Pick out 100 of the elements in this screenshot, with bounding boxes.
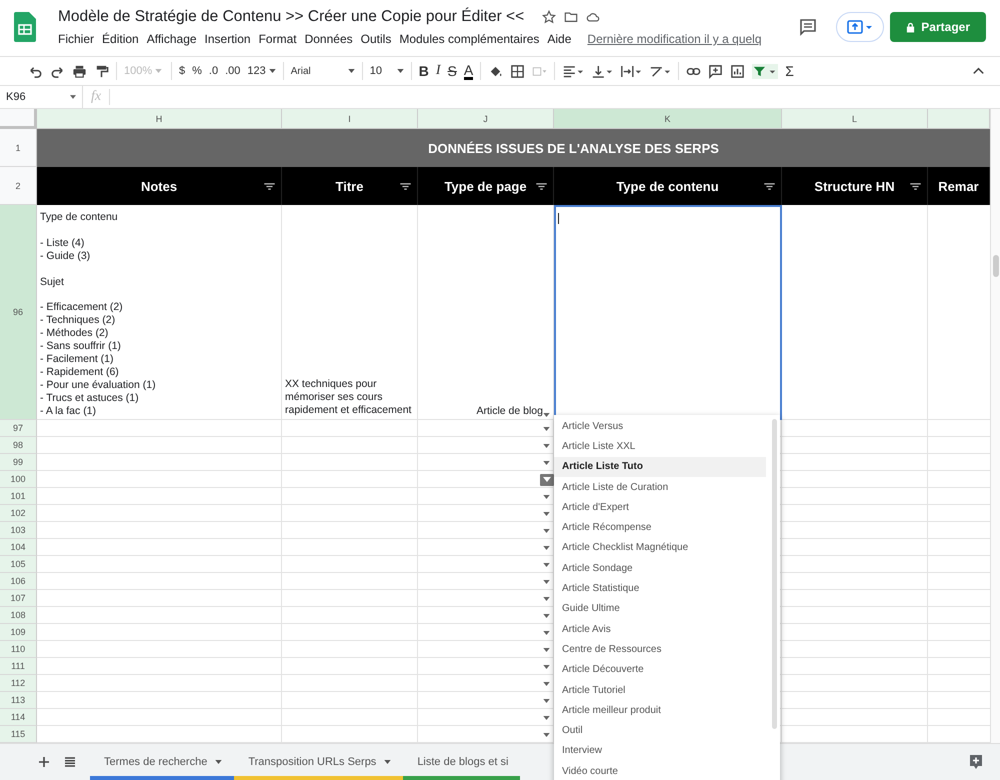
share-button[interactable]: Partager	[890, 12, 986, 42]
filter-icon[interactable]	[536, 183, 547, 190]
document-title[interactable]: Modèle de Stratégie de Contenu >> Créer une Copie pour Éditer <<	[58, 8, 524, 26]
row-number[interactable]: 108	[0, 607, 37, 624]
sheet-tab[interactable]: Transposition URLs Serps	[234, 744, 404, 780]
column-header[interactable]: H	[37, 109, 282, 129]
dropdown-option[interactable]: Article Liste Tuto	[554, 456, 766, 477]
dropdown-arrow-icon[interactable]	[543, 716, 550, 720]
dropdown-arrow-icon[interactable]	[543, 512, 550, 516]
increase-decimals-button[interactable]: .00	[225, 65, 240, 77]
cloud-icon[interactable]	[586, 10, 600, 24]
add-sheet-icon[interactable]	[38, 756, 50, 768]
dropdown-option[interactable]: Article Statistique	[554, 578, 766, 599]
filter-icon[interactable]	[264, 183, 275, 190]
row-number[interactable]: 107	[0, 590, 37, 607]
column-header[interactable]: J	[418, 109, 554, 129]
menu-item[interactable]: Données	[304, 32, 353, 46]
dropdown-option[interactable]: Interview	[554, 740, 766, 762]
borders-icon[interactable]	[510, 64, 526, 78]
row-number[interactable]: 110	[0, 641, 37, 658]
number-format-select[interactable]: 123	[247, 65, 276, 77]
column-header[interactable]: L	[782, 109, 928, 129]
dropdown-arrow-icon[interactable]	[543, 580, 550, 584]
column-header[interactable]: K	[554, 109, 782, 129]
dropdown-option[interactable]: Centre de Ressources	[554, 639, 766, 660]
dropdown-option[interactable]: Article Découverte	[554, 660, 766, 680]
row-number[interactable]: 112	[0, 675, 37, 692]
filter-icon[interactable]	[752, 64, 778, 78]
row-number[interactable]: 103	[0, 522, 37, 539]
dropdown-arrow-icon[interactable]	[543, 444, 550, 448]
menu-item[interactable]: Modules complémentaires	[399, 32, 540, 46]
row-number[interactable]: 109	[0, 624, 37, 641]
dropdown-arrow-icon[interactable]	[543, 413, 550, 417]
row-number[interactable]: 99	[0, 454, 37, 471]
dropdown-option[interactable]: Article meilleur produit	[554, 700, 766, 720]
row-number[interactable]: 104	[0, 539, 37, 556]
dropdown-arrow-icon[interactable]	[543, 426, 550, 430]
row-number[interactable]: 2	[0, 167, 37, 205]
star-icon[interactable]	[542, 10, 556, 24]
functions-button[interactable]: Σ	[785, 63, 794, 79]
dropdown-arrow-icon[interactable]	[543, 664, 550, 668]
row-number[interactable]: 98	[0, 437, 37, 454]
row-number[interactable]: 96	[0, 205, 37, 420]
dropdown-arrow-icon[interactable]	[543, 494, 550, 498]
dropdown-arrow-icon[interactable]	[543, 698, 550, 702]
menu-item[interactable]: Fichier	[58, 32, 94, 46]
text-color-button[interactable]: A	[464, 62, 474, 80]
dropdown-arrow-icon[interactable]	[543, 528, 550, 532]
dropdown-option[interactable]: Article Checklist Magnétique	[554, 538, 766, 558]
font-select[interactable]: Arial	[290, 66, 355, 76]
dropdown-arrow-icon[interactable]	[543, 682, 550, 686]
menu-item[interactable]: Insertion	[204, 32, 251, 46]
chart-icon[interactable]	[730, 64, 746, 78]
menu-item[interactable]: Aide	[547, 32, 572, 46]
menu-item[interactable]: Outils	[360, 32, 392, 46]
row-number[interactable]: 114	[0, 709, 37, 726]
bold-button[interactable]: B	[418, 63, 429, 79]
filter-icon[interactable]	[400, 183, 411, 190]
row-number[interactable]: 105	[0, 556, 37, 573]
align-left-icon[interactable]	[562, 64, 584, 78]
dropdown-option[interactable]: Article Sondage	[554, 558, 766, 578]
percent-format-button[interactable]: %	[192, 65, 202, 77]
present-button[interactable]	[836, 12, 884, 42]
paint-format-icon[interactable]	[94, 64, 109, 78]
dropdown-option[interactable]: Article d'Expert	[554, 497, 766, 518]
explore-icon[interactable]	[968, 754, 984, 770]
dropdown-arrow-icon[interactable]	[543, 596, 550, 600]
row-number[interactable]: 113	[0, 692, 37, 709]
menu-item[interactable]: Édition	[102, 32, 139, 46]
filter-icon[interactable]	[764, 183, 775, 190]
comment-icon[interactable]	[798, 17, 818, 37]
dropdown-arrow-icon[interactable]	[543, 614, 550, 618]
sheets-logo-icon[interactable]	[14, 12, 36, 42]
row-number[interactable]: 102	[0, 505, 37, 522]
print-icon[interactable]	[72, 64, 87, 78]
comment-add-icon[interactable]	[708, 64, 724, 78]
currency-format-button[interactable]: $	[179, 65, 186, 77]
sheet-tab[interactable]: Termes de recherche	[90, 744, 234, 780]
dropdown-option[interactable]: Article Tutoriel	[554, 680, 766, 700]
vertical-scrollbar[interactable]	[990, 109, 1000, 743]
dropdown-arrow-icon[interactable]	[543, 732, 550, 736]
column-header[interactable]: I	[282, 109, 418, 129]
dropdown-arrow-icon[interactable]	[543, 648, 550, 652]
name-box[interactable]: K96	[0, 86, 83, 108]
dropdown-arrow-icon[interactable]	[543, 562, 550, 566]
menu-item[interactable]: Format	[258, 32, 297, 46]
text-wrap-icon[interactable]	[620, 64, 642, 78]
last-edit-link[interactable]: Dernière modification il y a quelq	[587, 32, 762, 46]
menu-icon[interactable]	[64, 756, 76, 768]
folder-icon[interactable]	[564, 10, 578, 24]
filter-icon[interactable]	[910, 183, 921, 190]
dropdown-option[interactable]: Article Liste de Curation	[554, 476, 766, 498]
menu-item[interactable]: Affichage	[146, 32, 197, 46]
row-number[interactable]: 101	[0, 488, 37, 505]
dropdown-option[interactable]: Vidéo courte	[554, 761, 766, 780]
vertical-align-icon[interactable]	[591, 64, 614, 78]
dropdown-option[interactable]: Article Récompense	[554, 517, 766, 538]
dropdown-arrow-icon[interactable]	[543, 546, 550, 550]
strikethrough-button[interactable]: S	[448, 63, 457, 79]
dropdown-option[interactable]: Guide Ultime	[554, 598, 766, 619]
